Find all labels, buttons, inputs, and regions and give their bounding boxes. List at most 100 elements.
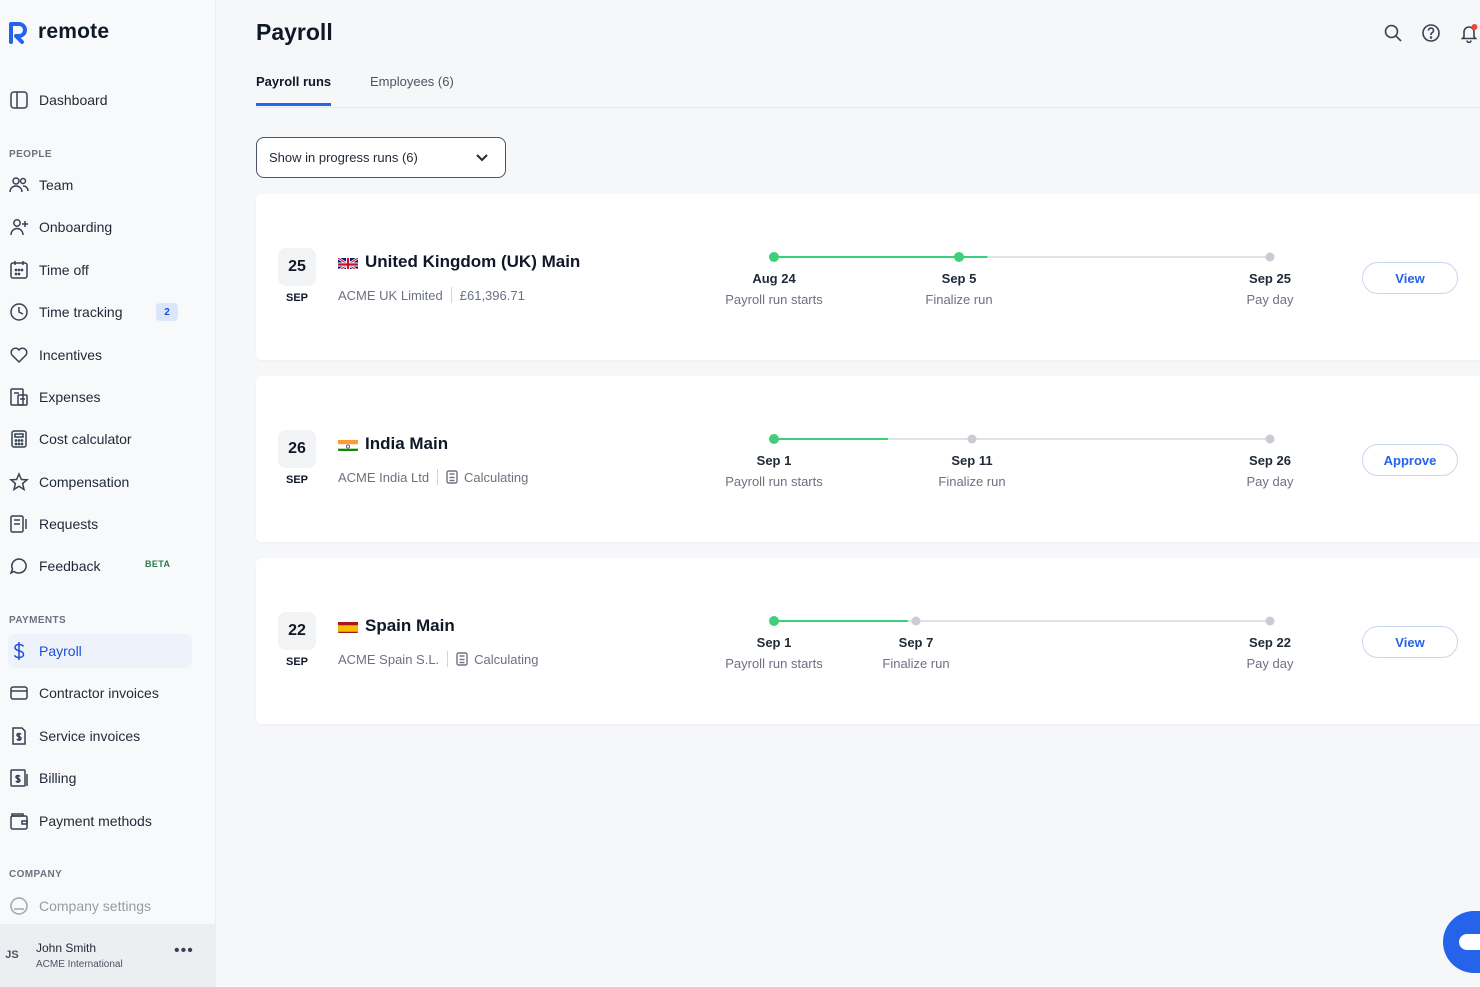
sidebar-item-label: Payment methods [39, 813, 152, 829]
sidebar-item-dashboard[interactable]: Dashboard [8, 83, 192, 117]
help-icon[interactable] [1420, 22, 1442, 44]
receipt-icon [8, 386, 30, 408]
more-options-icon[interactable]: ••• [174, 943, 194, 962]
chevron-down-icon [475, 150, 489, 164]
sidebar-item-label: Company settings [39, 898, 152, 914]
sidebar-item-onboarding[interactable]: Onboarding [8, 210, 192, 244]
sidebar-item-feedback[interactable]: Feedback BETA [8, 549, 192, 583]
clock-icon [8, 301, 30, 323]
step-date: Sep 1 [756, 453, 792, 468]
runs-filter-dropdown[interactable]: Show in progress runs (6) [256, 137, 506, 178]
sidebar-item-company-settings[interactable]: Company settings [8, 889, 192, 923]
sidebar-item-billing[interactable]: Billing [8, 761, 192, 795]
divider [450, 287, 452, 303]
sidebar-item-label: Team [39, 177, 74, 193]
sidebar-item-label: Payroll [39, 643, 82, 659]
notification-bell-icon[interactable] [1458, 22, 1480, 44]
step-label: Finalize run [882, 656, 950, 671]
step-dot-pending [1265, 434, 1275, 444]
run-title-text: Spain Main [365, 616, 455, 635]
tab-employees[interactable]: Employees (6) [370, 74, 454, 103]
star-icon [8, 471, 30, 493]
run-title-text: United Kingdom (UK) Main [365, 252, 581, 271]
run-action-button[interactable]: Approve [1362, 444, 1458, 476]
step-dot-pending [1265, 252, 1275, 262]
wallet-icon [8, 810, 30, 832]
sidebar-item-payroll[interactable]: Payroll [8, 634, 192, 668]
sidebar-item-incentives[interactable]: Incentives [8, 338, 192, 372]
step-label: Finalize run [938, 474, 1006, 489]
logo[interactable]: remote [8, 20, 109, 44]
section-label-people: PEOPLE [9, 149, 52, 160]
user-menu[interactable]: JS John Smith ACME International ••• [0, 924, 216, 987]
run-meta: ACME Spain S.L. Calculating [338, 651, 538, 667]
dollar-icon [8, 640, 30, 662]
service-invoice-icon [8, 725, 30, 747]
header-actions [1382, 22, 1480, 44]
brand-name: remote [38, 20, 110, 43]
requests-icon [8, 513, 30, 535]
calculator-icon [446, 470, 458, 484]
sidebar-item-label: Cost calculator [39, 431, 132, 447]
timeline-step: Sep 22 Pay day [1200, 635, 1340, 671]
user-name: John Smith [36, 941, 97, 955]
step-label: Pay day [1246, 292, 1294, 307]
sidebar-item-expenses[interactable]: Expenses [8, 380, 192, 414]
india-flag-icon [338, 438, 358, 451]
legal-entity: ACME Spain S.L. [338, 651, 440, 667]
sidebar-item-team[interactable]: Team [8, 168, 192, 202]
legal-entity: ACME UK Limited [338, 287, 443, 303]
step-dot-complete [769, 434, 779, 444]
sidebar-item-compensation[interactable]: Compensation [8, 465, 192, 499]
run-title: India Main [338, 434, 448, 454]
sidebar-item-requests[interactable]: Requests [8, 507, 192, 541]
spain-flag-icon [338, 620, 358, 633]
run-detail: Calculating [464, 469, 529, 485]
dashboard-icon [8, 89, 30, 111]
run-title: United Kingdom (UK) Main [338, 252, 580, 272]
sidebar-item-label: Compensation [39, 474, 130, 490]
sidebar-item-payment-methods[interactable]: Payment methods [8, 804, 192, 838]
step-date: Sep 5 [941, 271, 977, 286]
payroll-run-card: 25 SEP United Kingdom (UK) Main ACME UK Lim… [256, 194, 1480, 360]
tab-payroll-runs[interactable]: Payroll runs [256, 74, 332, 106]
billing-icon [8, 767, 30, 789]
timeline-step: Sep 7 Finalize run [846, 635, 986, 671]
step-dot-pending [967, 434, 977, 444]
run-detail: £61,396.71 [459, 287, 525, 303]
calendar-icon [8, 259, 30, 281]
timeline-step: Sep 25 Pay day [1200, 271, 1340, 307]
sidebar-item-contractor-invoices[interactable]: Contractor invoices [8, 676, 192, 710]
legal-entity: ACME India Ltd [338, 469, 430, 485]
run-action-button[interactable]: View [1362, 262, 1458, 294]
sidebar-item-service-invoices[interactable]: Service invoices [8, 719, 192, 753]
sidebar-item-label: Expenses [39, 389, 101, 405]
invoice-icon [8, 682, 30, 704]
run-date-day: 22 [278, 612, 316, 650]
step-dot-pending [911, 616, 921, 626]
add-person-icon [8, 216, 30, 238]
beta-badge: BETA [145, 559, 171, 569]
sidebar-item-label: Onboarding [39, 219, 113, 235]
run-detail: Calculating [474, 651, 539, 667]
step-date: Aug 24 [752, 271, 796, 286]
tab-bar: Payroll runs Employees (6) [256, 72, 1480, 108]
step-label: Finalize run [925, 292, 993, 307]
step-date: Sep 22 [1249, 635, 1291, 650]
filter-selected-value: Show in progress runs (6) [269, 150, 418, 165]
calculator-icon [456, 652, 468, 666]
step-date: Sep 7 [898, 635, 934, 650]
sidebar-item-cost-calculator[interactable]: Cost calculator [8, 422, 192, 456]
step-label: Payroll run starts [725, 292, 823, 307]
user-organization: ACME International [36, 959, 123, 970]
count-badge: 2 [156, 303, 178, 321]
run-title-text: India Main [365, 434, 449, 453]
step-date: Sep 1 [756, 635, 792, 650]
search-icon[interactable] [1382, 22, 1404, 44]
chat-support-button[interactable] [1443, 911, 1480, 973]
sidebar-item-time-tracking[interactable]: Time tracking 2 [8, 295, 192, 329]
sidebar-item-time-off[interactable]: Time off [8, 253, 192, 287]
timeline-step: Sep 1 Payroll run starts [704, 635, 844, 671]
payroll-run-card: 22 SEP Spain Main ACME Spain S.L. Calculatin… [256, 558, 1480, 724]
run-action-button[interactable]: View [1362, 626, 1458, 658]
